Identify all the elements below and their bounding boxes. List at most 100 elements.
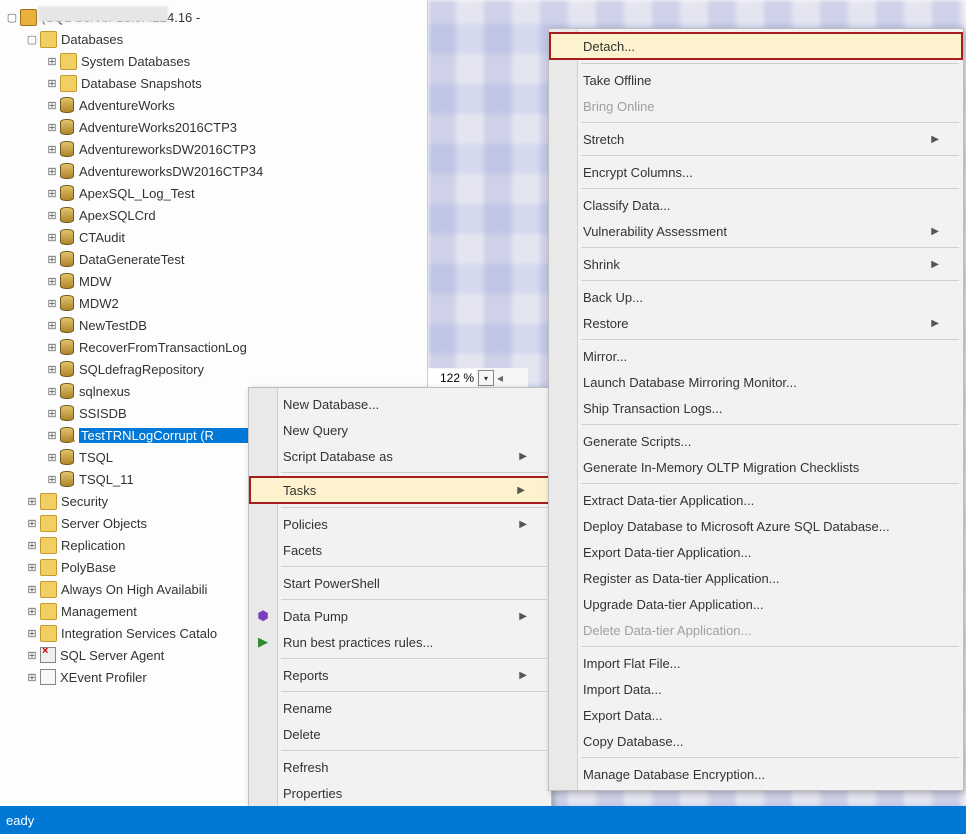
expand-icon[interactable]: ⊞	[46, 473, 58, 486]
menu-item-label: Export Data...	[583, 708, 662, 723]
folder-icon	[60, 75, 77, 92]
context-menu-item[interactable]: Facets	[249, 537, 551, 563]
expand-icon[interactable]: ⊞	[26, 627, 38, 640]
collapse-icon[interactable]: ▢	[26, 33, 38, 46]
expand-icon[interactable]: ⊞	[46, 187, 58, 200]
tasks-menu-item[interactable]: Generate In-Memory OLTP Migration Checkl…	[549, 454, 963, 480]
db-node[interactable]: ⊞Database Snapshots	[4, 72, 427, 94]
tasks-menu-item[interactable]: Restore▶	[549, 310, 963, 336]
expand-icon[interactable]: ⊞	[46, 209, 58, 222]
tasks-menu-item[interactable]: Vulnerability Assessment▶	[549, 218, 963, 244]
db-node[interactable]: ⊞System Databases	[4, 50, 427, 72]
tasks-menu-item[interactable]: Stretch▶	[549, 126, 963, 152]
zoom-input[interactable]	[428, 369, 476, 387]
db-node[interactable]: ⊞MDW	[4, 270, 427, 292]
expand-icon[interactable]: ⊞	[46, 341, 58, 354]
expand-icon[interactable]: ⊞	[26, 605, 38, 618]
expand-icon[interactable]: ⊞	[46, 165, 58, 178]
db-node[interactable]: ⊞AdventureWorks2016CTP3	[4, 116, 427, 138]
expand-icon[interactable]: ⊞	[26, 517, 38, 530]
db-node[interactable]: ⊞ MDW2	[4, 292, 427, 314]
expand-icon[interactable]: ⊞	[46, 407, 58, 420]
expand-icon[interactable]: ⊞	[46, 253, 58, 266]
zoom-dropdown[interactable]: ▾	[478, 370, 494, 386]
menu-item-label: Facets	[283, 543, 322, 558]
tasks-menu-item[interactable]: Upgrade Data-tier Application...	[549, 591, 963, 617]
expand-icon[interactable]: ⊞	[46, 363, 58, 376]
tasks-menu-item[interactable]: Export Data...	[549, 702, 963, 728]
db-label: RecoverFromTransactionLog	[79, 340, 427, 355]
context-menu-item[interactable]: ⬢Data Pump▶	[249, 603, 551, 629]
tasks-menu-item[interactable]: Extract Data-tier Application...	[549, 487, 963, 513]
context-menu-item[interactable]: Script Database as▶	[249, 443, 551, 469]
tasks-menu-item[interactable]: Take Offline	[549, 67, 963, 93]
tasks-menu-item[interactable]: Register as Data-tier Application...	[549, 565, 963, 591]
tasks-menu-item[interactable]: Back Up...	[549, 284, 963, 310]
folder-icon	[40, 515, 57, 532]
expand-icon[interactable]: ⊞	[46, 451, 58, 464]
context-menu-item[interactable]: New Database...	[249, 391, 551, 417]
tasks-menu-item[interactable]: Deploy Database to Microsoft Azure SQL D…	[549, 513, 963, 539]
context-menu-item[interactable]: Tasks▶	[249, 476, 551, 504]
db-node[interactable]: ⊞ NewTestDB	[4, 314, 427, 336]
context-menu-item[interactable]: New Query	[249, 417, 551, 443]
tasks-menu-item[interactable]: Detach...	[549, 32, 963, 60]
db-node[interactable]: ⊞SQLdefragRepository	[4, 358, 427, 380]
expand-icon[interactable]: ⊞	[26, 649, 38, 662]
db-node[interactable]: ⊞DataGenerateTest	[4, 248, 427, 270]
database-warning-icon	[60, 427, 74, 443]
db-label: CTAudit	[79, 230, 427, 245]
expand-icon[interactable]: ⊞	[46, 297, 58, 310]
db-node[interactable]: ⊞ApexSQLCrd	[4, 204, 427, 226]
expand-icon[interactable]: ⊞	[46, 55, 58, 68]
context-menu-item[interactable]: Delete	[249, 721, 551, 747]
tasks-menu-item[interactable]: Shrink▶	[549, 251, 963, 277]
db-node[interactable]: ⊞ RecoverFromTransactionLog	[4, 336, 427, 358]
tasks-menu-item[interactable]: Export Data-tier Application...	[549, 539, 963, 565]
expand-icon[interactable]: ⊞	[46, 77, 58, 90]
context-menu-item[interactable]: Start PowerShell	[249, 570, 551, 596]
expand-icon[interactable]: ⊞	[46, 319, 58, 332]
tasks-menu-item[interactable]: Classify Data...	[549, 192, 963, 218]
context-menu-item[interactable]: Reports▶	[249, 662, 551, 688]
tasks-menu-item[interactable]: Mirror...	[549, 343, 963, 369]
db-node[interactable]: ⊞AdventureWorks	[4, 94, 427, 116]
expand-icon[interactable]: ⊞	[46, 99, 58, 112]
scroll-left[interactable]: ◂	[494, 371, 506, 385]
menu-separator	[581, 339, 959, 340]
expand-icon[interactable]: ⊞	[26, 561, 38, 574]
database-icon	[60, 119, 74, 135]
db-node[interactable]: ⊞AdventureworksDW2016CTP34	[4, 160, 427, 182]
tasks-menu-item[interactable]: Manage Database Encryption...	[549, 761, 963, 787]
tasks-menu-item[interactable]: Generate Scripts...	[549, 428, 963, 454]
tasks-menu-item[interactable]: Encrypt Columns...	[549, 159, 963, 185]
menu-item-label: Register as Data-tier Application...	[583, 571, 780, 586]
expand-icon[interactable]: ⊞	[46, 429, 58, 442]
expand-icon[interactable]: ⊞	[46, 385, 58, 398]
context-menu-item[interactable]: Refresh	[249, 754, 551, 780]
db-label: NewTestDB	[79, 318, 427, 333]
context-menu-item[interactable]: ▶Run best practices rules...	[249, 629, 551, 655]
context-menu-item[interactable]: Properties	[249, 780, 551, 806]
collapse-icon[interactable]: ▢	[6, 11, 18, 24]
db-node[interactable]: ⊞AdventureworksDW2016CTP3	[4, 138, 427, 160]
expand-icon[interactable]: ⊞	[46, 121, 58, 134]
databases-node[interactable]: ▢ Databases	[4, 28, 427, 50]
db-node[interactable]: ⊞ApexSQL_Log_Test	[4, 182, 427, 204]
expand-icon[interactable]: ⊞	[46, 231, 58, 244]
tasks-menu-item[interactable]: Import Flat File...	[549, 650, 963, 676]
expand-icon[interactable]: ⊞	[26, 671, 38, 684]
expand-icon[interactable]: ⊞	[46, 143, 58, 156]
expand-icon[interactable]: ⊞	[26, 495, 38, 508]
tasks-menu-item[interactable]: Import Data...	[549, 676, 963, 702]
expand-icon[interactable]: ⊞	[26, 539, 38, 552]
db-label: MDW2	[79, 296, 427, 311]
context-menu-item[interactable]: Policies▶	[249, 511, 551, 537]
expand-icon[interactable]: ⊞	[46, 275, 58, 288]
context-menu-item[interactable]: Rename	[249, 695, 551, 721]
db-node[interactable]: ⊞ CTAudit	[4, 226, 427, 248]
tasks-menu-item[interactable]: Copy Database...	[549, 728, 963, 754]
expand-icon[interactable]: ⊞	[26, 583, 38, 596]
tasks-menu-item[interactable]: Ship Transaction Logs...	[549, 395, 963, 421]
tasks-menu-item[interactable]: Launch Database Mirroring Monitor...	[549, 369, 963, 395]
